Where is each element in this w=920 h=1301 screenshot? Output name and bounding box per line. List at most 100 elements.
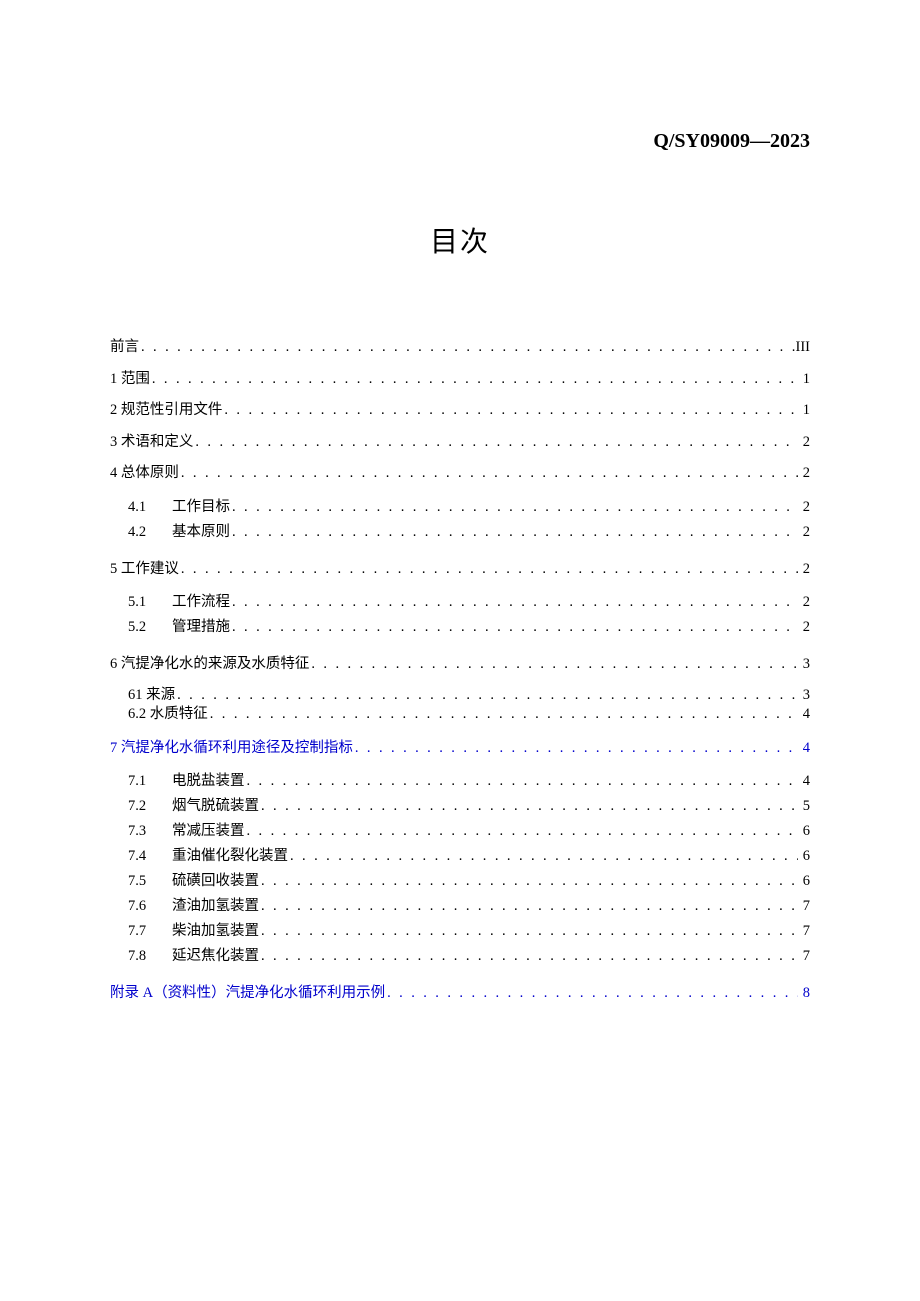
toc-num: 7.4 [128, 844, 172, 869]
toc-label: 前言 [110, 340, 139, 355]
toc-label: 工作目标 [172, 495, 230, 520]
toc-leader [259, 794, 798, 819]
toc-num: 5.2 [128, 615, 172, 640]
toc-entry-7-5: 7.5 硫磺回收装置 6 [110, 869, 810, 894]
toc-label: 渣油加氢装置 [172, 894, 259, 919]
toc-leader [139, 340, 796, 355]
toc-page: 3 [798, 686, 810, 705]
toc-num: 6 [110, 657, 117, 672]
toc-entry-1: 1 范围 1 [110, 372, 810, 387]
toc-page: 2 [798, 615, 810, 640]
toc-page: 2 [798, 495, 810, 520]
toc-leader [193, 435, 798, 450]
toc-num: 7.5 [128, 869, 172, 894]
toc-group-7-sub: 7.1 电脱盐装置 4 7.2 烟气脱硫装置 5 7.3 常减压装置 6 7.4… [110, 769, 810, 969]
toc-leader [259, 919, 798, 944]
toc-label: 工作流程 [172, 590, 230, 615]
toc-num: 5.1 [128, 590, 172, 615]
toc-num: 3 [110, 435, 117, 450]
toc-leader [179, 466, 798, 481]
toc-leader [309, 657, 798, 672]
toc-entry-5-2: 5.2 管理措施 2 [110, 615, 810, 640]
toc-leader [175, 686, 798, 705]
toc-page: 7 [798, 894, 810, 919]
toc-label: 重油催化裂化装置 [172, 844, 288, 869]
toc: 前言 III 1 范围 1 2 规范性引用文件 1 3 术语和定义 2 4 总体… [110, 340, 810, 1001]
toc-leader [245, 769, 799, 794]
toc-entry-5-1: 5.1 工作流程 2 [110, 590, 810, 615]
toc-entry-7-2: 7.2 烟气脱硫装置 5 [110, 794, 810, 819]
toc-num: 7.7 [128, 919, 172, 944]
toc-entry-2: 2 规范性引用文件 1 [110, 403, 810, 418]
toc-num: 7.8 [128, 944, 172, 969]
toc-page: 2 [798, 520, 810, 545]
toc-page: 6 [798, 844, 810, 869]
toc-entry-6-2: 6.2 水质特征 4 [110, 705, 810, 724]
toc-num: 7.1 [128, 769, 172, 794]
toc-leader [230, 590, 798, 615]
toc-page: 4 [798, 769, 810, 794]
toc-leader [179, 562, 798, 577]
toc-leader [230, 615, 798, 640]
toc-label: 延迟焦化装置 [172, 944, 259, 969]
toc-page: 1 [798, 372, 810, 387]
toc-group-4-sub: 4.1 工作目标 2 4.2 基本原则 2 [110, 495, 810, 545]
toc-label: 范围 [121, 372, 150, 387]
toc-entry-4-2: 4.2 基本原则 2 [110, 520, 810, 545]
toc-num: 2 [110, 403, 117, 418]
toc-leader [353, 741, 798, 756]
toc-label: 柴油加氢装置 [172, 919, 259, 944]
toc-page: 7 [798, 919, 810, 944]
toc-label: 61 来源 [128, 686, 175, 705]
toc-entry-preface: 前言 III [110, 340, 810, 355]
toc-page: 6 [798, 869, 810, 894]
toc-page: 2 [798, 435, 810, 450]
toc-page: 5 [798, 794, 810, 819]
toc-num: 1 [110, 372, 117, 387]
toc-entry-7-6: 7.6 渣油加氢装置 7 [110, 894, 810, 919]
toc-label: 附录 A（资料性）汽提净化水循环利用示例 [110, 986, 385, 1001]
toc-entry-4-1: 4.1 工作目标 2 [110, 495, 810, 520]
toc-num: 4.2 [128, 520, 172, 545]
toc-page: 2 [798, 466, 810, 481]
toc-entry-7-7: 7.7 柴油加氢装置 7 [110, 919, 810, 944]
toc-label: 常减压装置 [172, 819, 245, 844]
toc-entry-6-1: 61 来源 3 [110, 686, 810, 705]
toc-group-6-sub: 61 来源 3 6.2 水质特征 4 [110, 686, 810, 724]
toc-leader [208, 705, 798, 724]
toc-label: 管理措施 [172, 615, 230, 640]
toc-entry-7-3: 7.3 常减压装置 6 [110, 819, 810, 844]
toc-entry-4: 4 总体原则 2 [110, 466, 810, 481]
toc-entry-6: 6 汽提净化水的来源及水质特征 3 [110, 657, 810, 672]
toc-title: 目次 [110, 220, 810, 260]
toc-label: 电脱盐装置 [172, 769, 245, 794]
toc-leader [150, 372, 798, 387]
toc-leader [259, 894, 798, 919]
toc-label: 术语和定义 [121, 435, 194, 450]
toc-entry-7-1: 7.1 电脱盐装置 4 [110, 769, 810, 794]
toc-entry-7-4: 7.4 重油催化裂化装置 6 [110, 844, 810, 869]
toc-leader [222, 403, 798, 418]
toc-page: 3 [798, 657, 810, 672]
toc-num: 7.3 [128, 819, 172, 844]
toc-label: 烟气脱硫装置 [172, 794, 259, 819]
toc-group-5-sub: 5.1 工作流程 2 5.2 管理措施 2 [110, 590, 810, 640]
toc-page: 7 [798, 944, 810, 969]
toc-entry-appendix-a[interactable]: 附录 A（资料性）汽提净化水循环利用示例 8 [110, 986, 810, 1001]
toc-label: 6.2 水质特征 [128, 705, 208, 724]
toc-num: 7.6 [128, 894, 172, 919]
toc-entry-7[interactable]: 7 汽提净化水循环利用途径及控制指标 4 [110, 741, 810, 756]
toc-page: 2 [798, 562, 810, 577]
toc-page: 6 [798, 819, 810, 844]
page-container: Q/SY09009—2023 目次 前言 III 1 范围 1 2 规范性引用文… [0, 0, 920, 1001]
toc-label: 汽提净化水循环利用途径及控制指标 [121, 741, 353, 756]
toc-leader [230, 520, 798, 545]
toc-label: 规范性引用文件 [121, 403, 223, 418]
toc-leader [259, 944, 798, 969]
toc-num: 4 [110, 466, 117, 481]
toc-label: 汽提净化水的来源及水质特征 [121, 657, 310, 672]
toc-page: III [796, 340, 811, 355]
toc-label: 工作建议 [121, 562, 179, 577]
toc-num: 7 [110, 741, 117, 756]
toc-leader [245, 819, 799, 844]
